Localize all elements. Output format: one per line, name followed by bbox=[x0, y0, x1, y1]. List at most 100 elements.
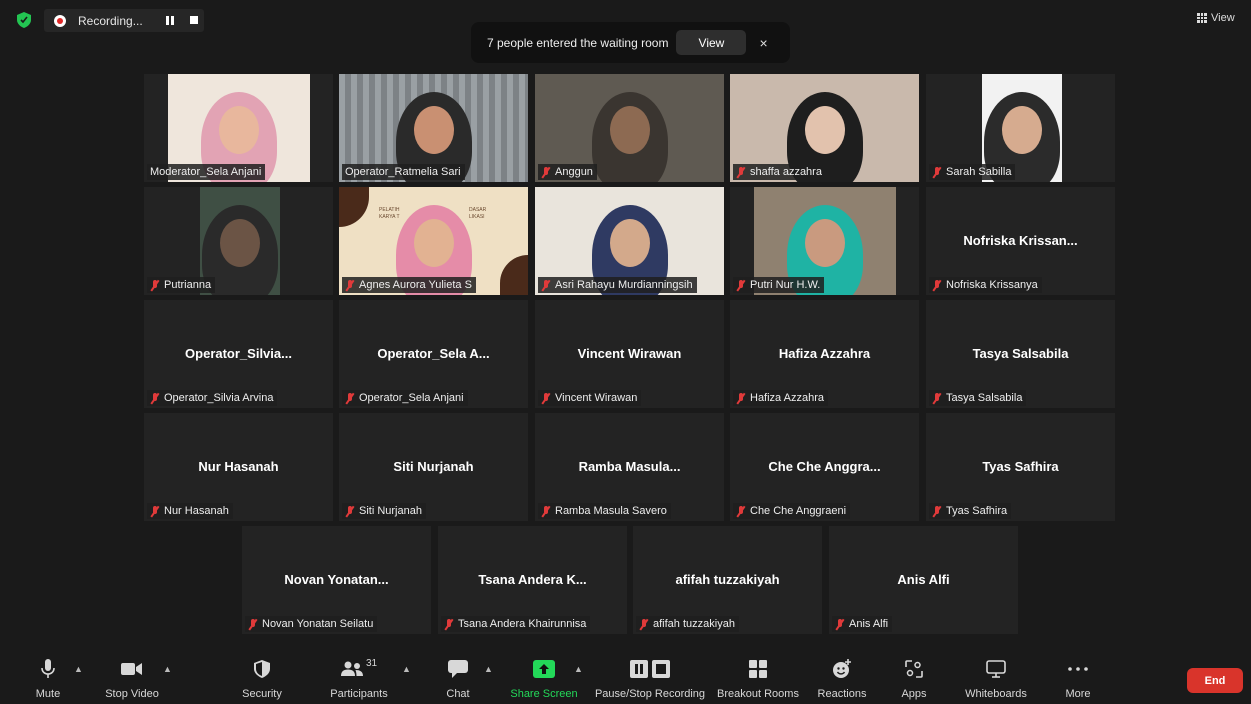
participant-display-name: Vincent Wirawan bbox=[577, 346, 682, 361]
participant-name: Sarah Sabilla bbox=[946, 166, 1012, 178]
security-shield-icon[interactable] bbox=[17, 12, 31, 28]
participant-name: Nofriska Krissanya bbox=[946, 279, 1038, 291]
participant-tile[interactable]: Operator_Ratmelia Sari bbox=[339, 74, 528, 182]
participant-tile[interactable]: Tsana Andera K... Tsana Andera Khairunnis… bbox=[438, 526, 627, 634]
participant-display-name: Tasya Salsabila bbox=[972, 346, 1069, 361]
poster-text: DASAR LIKASI bbox=[469, 207, 487, 220]
participant-tile[interactable]: Operator_Sela A... Operator_Sela Anjani bbox=[339, 300, 528, 408]
participant-tile[interactable]: PELATIH KARYA T DASAR LIKASI Agnes Aurora Yu… bbox=[339, 187, 528, 295]
participant-tile[interactable]: Tyas Safhira Tyas Safhira bbox=[926, 413, 1115, 521]
participant-tile[interactable]: Nofriska Krissan... Nofriska Krissanya bbox=[926, 187, 1115, 295]
participant-display-name: Tsana Andera K... bbox=[478, 572, 587, 587]
participant-tile[interactable]: Asri Rahayu Murdianningsih bbox=[535, 187, 724, 295]
participants-options-chevron-up-icon[interactable]: ▲ bbox=[402, 664, 411, 674]
recording-label: Recording... bbox=[78, 13, 143, 28]
participant-tile[interactable]: Anis Alfi Anis Alfi bbox=[829, 526, 1018, 634]
participant-name-label: Nur Hasanah bbox=[147, 503, 233, 519]
participant-name-label: Hafiza Azzahra bbox=[733, 390, 828, 406]
participant-tile[interactable]: afifah tuzzakiyah afifah tuzzakiyah bbox=[633, 526, 822, 634]
participant-tile[interactable]: Nur Hasanah Nur Hasanah bbox=[144, 413, 333, 521]
participant-tile[interactable]: Che Che Anggra... Che Che Anggraeni bbox=[730, 413, 919, 521]
participant-tile[interactable]: Hafiza Azzahra Hafiza Azzahra bbox=[730, 300, 919, 408]
recording-dot-icon bbox=[54, 14, 66, 27]
participant-tile[interactable]: Moderator_Sela Anjani bbox=[144, 74, 333, 182]
participant-name: Siti Nurjanah bbox=[359, 505, 422, 517]
participant-tile[interactable]: Novan Yonatan... Novan Yonatan Seilatu bbox=[242, 526, 431, 634]
participant-name-label: Anggun bbox=[538, 164, 597, 180]
participants-button[interactable]: 31 Participants bbox=[326, 658, 392, 700]
muted-microphone-icon bbox=[736, 392, 746, 404]
chat-bubble-icon bbox=[448, 660, 468, 678]
participant-name-label: Novan Yonatan Seilatu bbox=[245, 616, 378, 632]
participant-name-label: Operator_Silvia Arvina bbox=[147, 390, 278, 406]
apps-label: Apps bbox=[901, 688, 927, 700]
pause-recording-icon[interactable] bbox=[166, 16, 176, 25]
muted-microphone-icon bbox=[932, 392, 942, 404]
participant-tile[interactable]: Putri Nur H.W. bbox=[730, 187, 919, 295]
mute-button[interactable]: Mute bbox=[32, 658, 64, 700]
share-screen-button[interactable]: Share Screen bbox=[508, 658, 580, 700]
participant-tile[interactable]: Siti Nurjanah Siti Nurjanah bbox=[339, 413, 528, 521]
audio-options-chevron-up-icon[interactable]: ▲ bbox=[74, 664, 83, 674]
participant-display-name: Operator_Silvia... bbox=[185, 346, 292, 361]
participant-tile[interactable]: Operator_Silvia... Operator_Silvia Arvina bbox=[144, 300, 333, 408]
view-mode-button[interactable]: View bbox=[1197, 12, 1235, 24]
participant-display-name: Tyas Safhira bbox=[982, 459, 1059, 474]
participant-name-label: Ramba Masula Savero bbox=[538, 503, 671, 519]
participant-tile[interactable]: Ramba Masula... Ramba Masula Savero bbox=[535, 413, 724, 521]
participant-name: Hafiza Azzahra bbox=[750, 392, 824, 404]
waiting-room-view-button[interactable]: View bbox=[676, 30, 747, 55]
participant-display-name: Nofriska Krissan... bbox=[963, 233, 1078, 248]
chat-button[interactable]: Chat bbox=[444, 658, 472, 700]
security-button[interactable]: Security bbox=[236, 658, 288, 700]
whiteboards-label: Whiteboards bbox=[965, 688, 1027, 700]
participant-name: Moderator_Sela Anjani bbox=[150, 166, 262, 178]
apps-button[interactable]: Apps bbox=[896, 658, 932, 700]
participant-tile[interactable]: Tasya Salsabila Tasya Salsabila bbox=[926, 300, 1115, 408]
muted-microphone-icon bbox=[345, 392, 355, 404]
breakout-rooms-button[interactable]: Breakout Rooms bbox=[716, 658, 800, 700]
stop-video-button[interactable]: Stop Video bbox=[100, 658, 164, 700]
participant-tile[interactable]: shaffa azzahra bbox=[730, 74, 919, 182]
stop-recording-icon[interactable] bbox=[190, 16, 198, 24]
pause-stop-recording-label: Pause/Stop Recording bbox=[594, 688, 706, 700]
pause-stop-recording-button[interactable]: Pause/Stop Recording bbox=[594, 658, 706, 700]
participant-tile[interactable]: Vincent Wirawan Vincent Wirawan bbox=[535, 300, 724, 408]
participant-tile[interactable]: Anggun bbox=[535, 74, 724, 182]
more-button[interactable]: More bbox=[1060, 658, 1096, 700]
muted-microphone-icon bbox=[345, 505, 355, 517]
participant-name: Putri Nur H.W. bbox=[750, 279, 821, 291]
participant-name-label: Tsana Andera Khairunnisa bbox=[441, 616, 591, 632]
participant-display-name: Siti Nurjanah bbox=[393, 459, 474, 474]
whiteboards-button[interactable]: Whiteboards bbox=[960, 658, 1032, 700]
participant-tile[interactable]: Putrianna bbox=[144, 187, 333, 295]
video-options-chevron-up-icon[interactable]: ▲ bbox=[163, 664, 172, 674]
muted-microphone-icon bbox=[541, 505, 551, 517]
muted-microphone-icon bbox=[150, 505, 160, 517]
recording-indicator: Recording... bbox=[44, 9, 204, 32]
participant-name: Tsana Andera Khairunnisa bbox=[458, 618, 587, 630]
more-label: More bbox=[1065, 688, 1091, 700]
close-icon[interactable]: × bbox=[759, 35, 767, 51]
participant-display-name: Operator_Sela A... bbox=[377, 346, 490, 361]
participant-display-name: Novan Yonatan... bbox=[284, 572, 389, 587]
participant-display-name: Anis Alfi bbox=[897, 572, 950, 587]
participant-display-name: Ramba Masula... bbox=[578, 459, 681, 474]
breakout-rooms-label: Breakout Rooms bbox=[717, 688, 799, 700]
waiting-room-message: 7 people entered the waiting room bbox=[487, 35, 669, 50]
share-options-chevron-up-icon[interactable]: ▲ bbox=[574, 664, 583, 674]
participant-name-label: shaffa azzahra bbox=[733, 164, 826, 180]
end-meeting-button[interactable]: End bbox=[1187, 668, 1243, 693]
microphone-icon bbox=[41, 659, 55, 678]
participants-count: 31 bbox=[365, 658, 378, 669]
whiteboard-icon bbox=[986, 660, 1006, 678]
reactions-label: Reactions bbox=[817, 688, 867, 700]
participant-tile[interactable]: Sarah Sabilla bbox=[926, 74, 1115, 182]
muted-microphone-icon bbox=[932, 279, 942, 291]
participant-name: Putrianna bbox=[164, 279, 212, 291]
reactions-button[interactable]: Reactions bbox=[816, 658, 868, 700]
chat-options-chevron-up-icon[interactable]: ▲ bbox=[484, 664, 493, 674]
participant-name: Che Che Anggraeni bbox=[750, 505, 847, 517]
meeting-toolbar: Mute ▲ Stop Video ▲ Security 31 Particip… bbox=[0, 652, 1251, 704]
participant-name-label: Vincent Wirawan bbox=[538, 390, 642, 406]
